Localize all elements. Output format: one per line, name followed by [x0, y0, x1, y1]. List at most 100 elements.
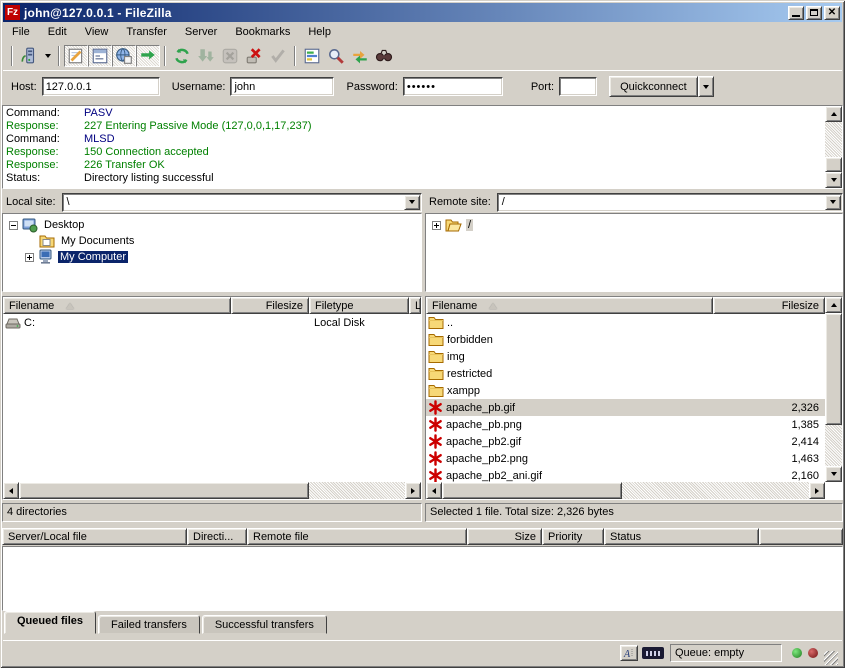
scrollbar-thumb[interactable]: [442, 482, 622, 499]
toggle-message-log-button[interactable]: [64, 45, 88, 67]
site-manager-dropdown-button[interactable]: [41, 45, 54, 67]
close-button[interactable]: ✕: [824, 6, 840, 20]
column-header-filetype[interactable]: Filetype: [309, 297, 409, 314]
column-header-filesize[interactable]: Filesize: [231, 297, 309, 314]
username-label: Username:: [172, 81, 226, 93]
quickconnect-dropdown-button[interactable]: [698, 76, 714, 97]
expand-icon[interactable]: [25, 253, 34, 262]
password-input[interactable]: [403, 77, 503, 96]
scroll-right-button[interactable]: [809, 482, 825, 499]
column-header-server-local-file[interactable]: Server/Local file: [2, 528, 187, 545]
find-files-button[interactable]: [372, 45, 396, 67]
tab-successful-transfers[interactable]: Successful transfers: [202, 615, 327, 634]
column-header-last-modified[interactable]: L: [409, 297, 421, 314]
column-header-filesize[interactable]: Filesize: [713, 297, 825, 314]
tree-item-my-computer[interactable]: My Computer: [3, 249, 421, 265]
log-line: Command:MLSD: [6, 133, 824, 146]
menu-file[interactable]: File: [3, 24, 39, 40]
quickconnect-button[interactable]: Quickconnect: [609, 76, 698, 97]
column-header-filename[interactable]: Filename: [426, 297, 713, 314]
remote-horizontal-scrollbar[interactable]: [426, 482, 825, 499]
menu-bookmarks[interactable]: Bookmarks: [226, 24, 299, 40]
tab-failed-transfers[interactable]: Failed transfers: [98, 615, 200, 634]
log-scrollbar[interactable]: [825, 106, 842, 188]
tree-item-desktop[interactable]: Desktop: [3, 217, 421, 233]
process-queue-button[interactable]: [194, 45, 218, 67]
file-row[interactable]: apache_pb2.gif 2,414: [426, 433, 825, 450]
collapse-icon[interactable]: [9, 221, 18, 230]
tab-queued-files[interactable]: Queued files: [4, 611, 96, 634]
drive-icon: [5, 317, 21, 329]
filter-button[interactable]: [300, 45, 324, 67]
scroll-up-button[interactable]: [825, 297, 842, 313]
scroll-left-button[interactable]: [426, 482, 442, 499]
arrow-right-icon: [411, 488, 415, 494]
menu-help[interactable]: Help: [299, 24, 340, 40]
site-manager-button[interactable]: [17, 45, 41, 67]
file-row[interactable]: forbidden: [426, 331, 825, 348]
menu-edit[interactable]: Edit: [39, 24, 76, 40]
scrollbar-thumb[interactable]: [825, 313, 842, 425]
scroll-down-button[interactable]: [825, 466, 842, 482]
column-header-filename[interactable]: Filename: [3, 297, 231, 314]
port-input[interactable]: [559, 77, 597, 96]
local-site-combobox[interactable]: \: [62, 193, 422, 212]
toolbar-separator: [11, 46, 13, 66]
arrow-left-icon: [9, 488, 13, 494]
log-line-text: MLSD: [84, 133, 115, 145]
scroll-left-button[interactable]: [3, 482, 19, 499]
toggle-transfer-queue-button[interactable]: [136, 45, 160, 67]
toggle-local-tree-button[interactable]: [88, 45, 112, 67]
remote-vertical-scrollbar[interactable]: [825, 297, 842, 482]
remote-site-combobox[interactable]: /: [497, 193, 843, 212]
image-file-icon: [428, 451, 443, 466]
disconnect-button[interactable]: [242, 45, 266, 67]
scrollbar-thumb[interactable]: [825, 157, 842, 172]
app-logo-text: Fz: [7, 7, 18, 18]
status-indicator-icon[interactable]: [642, 647, 664, 659]
tree-item-root[interactable]: /: [426, 217, 842, 233]
resize-grip[interactable]: [824, 651, 838, 665]
remote-site-dropdown-button[interactable]: [825, 195, 841, 210]
column-header-priority[interactable]: Priority: [542, 528, 604, 545]
menu-server[interactable]: Server: [176, 24, 226, 40]
scroll-down-button[interactable]: [825, 172, 842, 188]
cancel-operation-button[interactable]: [218, 45, 242, 67]
file-row[interactable]: img: [426, 348, 825, 365]
remote-status-text: Selected 1 file. Total size: 2,326 bytes: [430, 506, 614, 518]
scrollbar-thumb[interactable]: [19, 482, 309, 499]
tree-item-label: /: [466, 219, 473, 231]
local-site-dropdown-button[interactable]: [404, 195, 420, 210]
expand-icon[interactable]: [432, 221, 441, 230]
column-header-status[interactable]: Status: [604, 528, 759, 545]
host-input[interactable]: [42, 77, 160, 96]
file-row[interactable]: apache_pb2.png 1,463: [426, 450, 825, 467]
data-type-indicator-button[interactable]: A: [620, 645, 638, 661]
file-row-c-drive[interactable]: C: Local Disk: [3, 314, 421, 331]
transfer-queue-icon: [139, 47, 157, 65]
menu-transfer[interactable]: Transfer: [117, 24, 176, 40]
username-input[interactable]: [230, 77, 334, 96]
file-row[interactable]: restricted: [426, 365, 825, 382]
file-row-selected[interactable]: apache_pb.gif 2,326: [426, 399, 825, 416]
compare-directories-button[interactable]: [324, 45, 348, 67]
file-row[interactable]: ..: [426, 314, 825, 331]
synchronized-browsing-button[interactable]: [348, 45, 372, 67]
menu-view[interactable]: View: [76, 24, 118, 40]
file-row[interactable]: xampp: [426, 382, 825, 399]
column-header-size[interactable]: Size: [467, 528, 542, 545]
column-header-direction[interactable]: Directi...: [187, 528, 247, 545]
toggle-remote-tree-button[interactable]: [112, 45, 136, 67]
local-horizontal-scrollbar[interactable]: [3, 482, 421, 499]
remote-status-bar: Selected 1 file. Total size: 2,326 bytes: [425, 503, 843, 522]
tree-item-my-documents[interactable]: My Documents: [3, 233, 421, 249]
refresh-button[interactable]: [170, 45, 194, 67]
queue-body[interactable]: [2, 546, 843, 611]
reconnect-button[interactable]: [266, 45, 290, 67]
scroll-right-button[interactable]: [405, 482, 421, 499]
minimize-button[interactable]: [788, 6, 804, 20]
file-row[interactable]: apache_pb.png 1,385: [426, 416, 825, 433]
maximize-button[interactable]: [806, 6, 822, 20]
scroll-up-button[interactable]: [825, 106, 842, 122]
column-header-remote-file[interactable]: Remote file: [247, 528, 467, 545]
